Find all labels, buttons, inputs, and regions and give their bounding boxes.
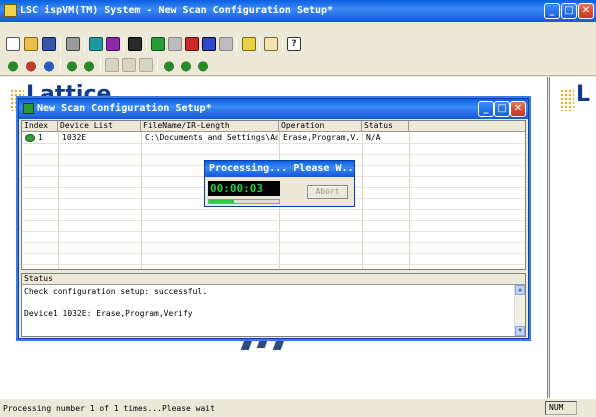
open-folder-icon[interactable] [24,37,38,51]
isc-icon[interactable] [202,37,216,51]
column-header-device[interactable]: Device List [58,121,141,132]
chip-up-icon[interactable] [162,58,176,72]
toolbar-separator [236,37,237,52]
copy-icon[interactable] [122,58,136,72]
progress-bar [208,199,280,204]
table-row-index[interactable]: 1 [36,132,58,143]
chip-green-icon[interactable] [6,58,20,72]
scroll-down-icon[interactable]: ▼ [515,326,525,336]
processing-title: Processing... Please W... [205,161,354,177]
cut-icon[interactable] [105,58,119,72]
dialog-maximize-button[interactable]: □ [494,101,510,117]
column-header-blank [409,121,525,132]
clipboard-icon[interactable] [264,37,278,51]
dialog-close-button[interactable]: ✕ [510,101,526,117]
scan-icon[interactable] [89,37,103,51]
scroll-up-icon[interactable]: ▲ [515,285,525,295]
table-row-file[interactable]: C:\Documents and Settings\Ad... [143,132,278,143]
column-header-operation[interactable]: Operation [279,121,362,132]
pane-divider[interactable] [547,77,550,398]
dialog-title: New Scan Configuration Setup* [37,103,212,114]
toolbar-separator [60,37,61,52]
logo-dots-right [560,89,574,111]
dialog-minimize-button[interactable]: _ [478,101,494,117]
ate-icon[interactable] [185,37,199,51]
toolbar-device [0,56,596,76]
device-chip-icon [25,134,35,142]
dialog-icon [23,103,34,114]
new-doc-icon[interactable] [6,37,20,51]
main-title-bar[interactable]: LSC ispVM(TM) System - New Scan Configur… [0,0,596,22]
toolbar-separator [60,58,61,73]
processing-popup: Processing... Please W... 00:00:03 Abort [204,160,355,207]
status-bar: Processing number 1 of 1 times...Please … [0,398,596,417]
svf-icon[interactable] [168,37,182,51]
help-icon[interactable]: ? [287,37,301,51]
num-lock-indicator: NUM [545,401,577,415]
toolbar-separator [146,37,147,52]
status-scrollbar[interactable]: ▲ ▼ [514,285,525,336]
chip-red-icon[interactable] [24,58,38,72]
main-window-title: LSC ispVM(TM) System - New Scan Configur… [20,5,334,16]
column-header-file[interactable]: FileName/IR-Length [141,121,279,132]
app-icon [4,4,17,17]
chip-edit-icon[interactable] [82,58,96,72]
status-line: Device1 1032E: Erase,Program,Verify [24,309,193,318]
grey-tool-icon[interactable] [219,37,233,51]
maximize-button[interactable]: □ [561,3,577,19]
status-panel-header: Status [22,274,525,285]
dark-app-icon[interactable] [128,37,142,51]
paste-icon[interactable] [139,58,153,72]
table-row-device[interactable]: 1032E [60,132,140,143]
toolbar-separator [282,37,283,52]
chip-right-icon[interactable] [196,58,210,72]
elapsed-timer: 00:00:03 [208,181,280,196]
toolbar-main: ? [0,35,596,54]
logo-text-right: L [576,82,591,107]
toolbar-separator [123,37,124,52]
abort-button[interactable]: Abort [307,185,348,199]
chip-blue-icon[interactable] [42,58,56,72]
save-icon[interactable] [42,37,56,51]
column-header-index[interactable]: Index [22,121,58,132]
vm-icon[interactable] [242,37,256,51]
status-message: Processing number 1 of 1 times...Please … [3,404,215,413]
status-line: Check configuration setup: successful. [24,287,208,296]
chip-add-icon[interactable] [65,58,79,72]
progress-fill [209,200,234,203]
dialog-title-bar[interactable]: New Scan Configuration Setup* _ □ ✕ [19,99,528,119]
table-row-status[interactable]: N/A [364,132,408,143]
scan-config-dialog: New Scan Configuration Setup* _ □ ✕ Inde… [18,98,529,339]
go-icon[interactable] [151,37,165,51]
close-button[interactable]: ✕ [578,3,594,19]
toolbar-separator [100,58,101,73]
column-header-status[interactable]: Status [362,121,409,132]
print-icon[interactable] [66,37,80,51]
nvscan-icon[interactable] [106,37,120,51]
status-panel: Status Check configuration setup: succes… [21,273,526,337]
table-row-operation[interactable]: Erase,Program,V... [281,132,361,143]
toolbar-separator [259,37,260,52]
minimize-button[interactable]: _ [544,3,560,19]
toolbar-separator [84,37,85,52]
menu-bar [0,22,596,34]
toolbar-separator [157,58,158,73]
chip-down-icon[interactable] [179,58,193,72]
